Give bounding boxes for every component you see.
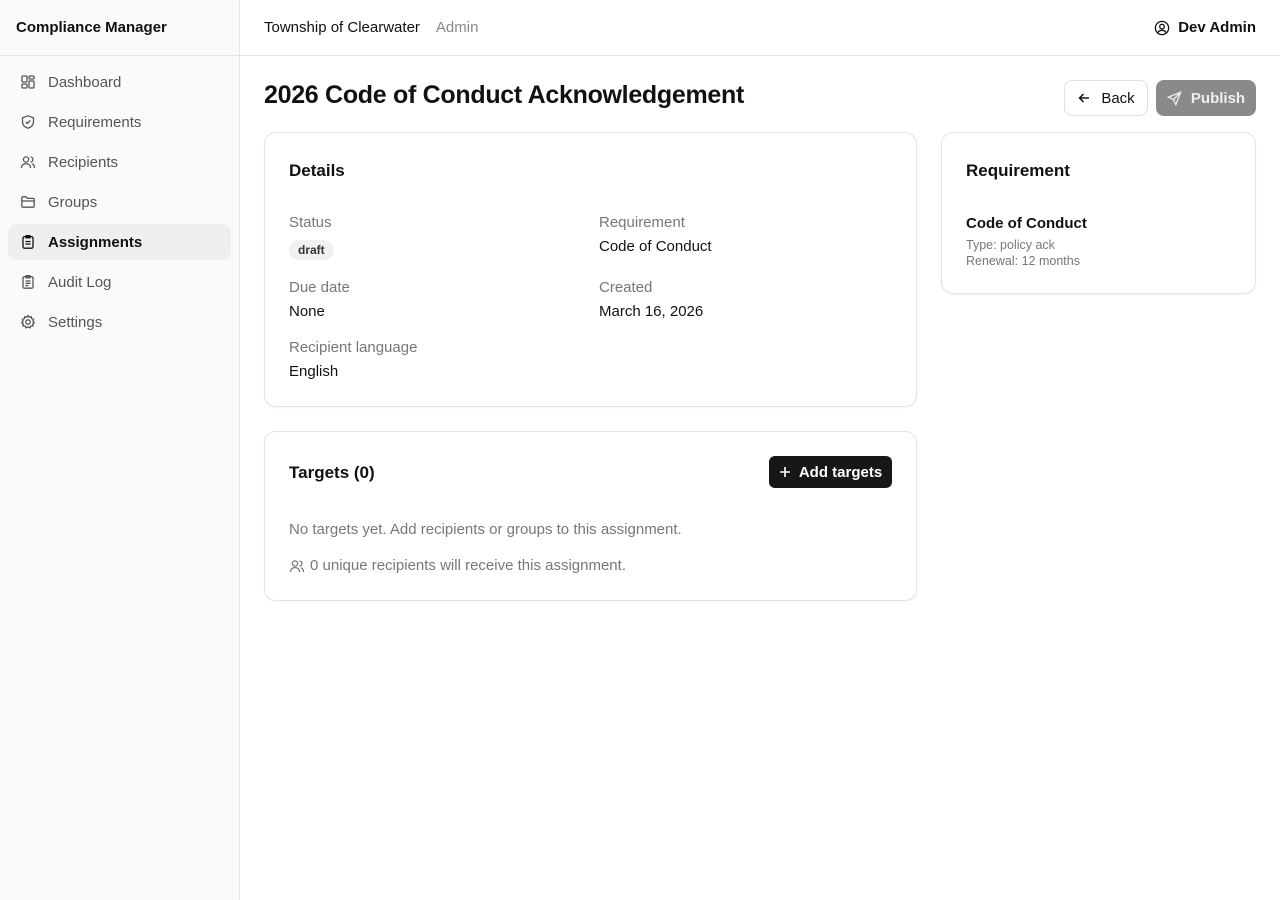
- send-icon: [1166, 90, 1182, 106]
- clipboard-list-icon: [20, 274, 36, 290]
- gear-icon: [20, 314, 36, 330]
- clipboard-icon: [20, 234, 36, 250]
- created-field: Created March 16, 2026: [599, 279, 703, 320]
- sidebar-item-label: Settings: [48, 313, 103, 331]
- role-label: Admin: [435, 19, 479, 36]
- org-name: Township of Clearwater: [264, 19, 420, 36]
- sidebar: Compliance Manager Dashboard Requirement…: [0, 0, 240, 900]
- user-name: Dev Admin: [1178, 19, 1256, 36]
- dashboard-icon: [20, 74, 36, 90]
- sidebar-item-label: Dashboard: [48, 73, 122, 91]
- user-circle-icon: [1154, 20, 1170, 35]
- requirement-name: Code of Conduct: [966, 215, 1087, 232]
- requirement-field: Requirement Code of Conduct: [599, 214, 712, 255]
- sidebar-item-assignments[interactable]: Assignments: [8, 224, 231, 260]
- user-menu[interactable]: Dev Admin: [1154, 19, 1256, 36]
- shield-icon: [20, 114, 36, 130]
- due-date-label: Due date: [289, 279, 350, 296]
- publish-label: Publish: [1190, 89, 1246, 107]
- folder-icon: [20, 194, 36, 210]
- sidebar-item-label: Assignments: [48, 233, 143, 251]
- arrow-left-icon: [1078, 93, 1090, 103]
- due-date-value: None: [289, 303, 325, 320]
- details-card: Details Status draft Requirement Code of…: [264, 132, 917, 407]
- sidebar-item-label: Groups: [48, 193, 98, 211]
- sidebar-item-dashboard[interactable]: Dashboard: [8, 64, 231, 100]
- targets-card: Targets (0) Add targets No targets yet. …: [264, 431, 917, 601]
- sidebar-item-requirements[interactable]: Requirements: [8, 104, 231, 140]
- due-date-field: Due date None: [289, 279, 350, 320]
- sidebar-item-settings[interactable]: Settings: [8, 304, 231, 340]
- sidebar-nav: Dashboard Requirements Recipients Groups…: [0, 56, 239, 352]
- sidebar-item-label: Audit Log: [48, 273, 112, 291]
- language-field: Recipient language English: [289, 339, 417, 380]
- targets-empty-text: No targets yet. Add recipients or groups…: [289, 521, 682, 538]
- recipients-count: 0 unique recipients will receive this as…: [289, 557, 626, 574]
- requirement-value: Code of Conduct: [599, 238, 712, 255]
- back-button[interactable]: Back: [1064, 80, 1148, 116]
- publish-button[interactable]: Publish: [1156, 80, 1256, 116]
- sidebar-item-label: Recipients: [48, 153, 119, 171]
- created-value: March 16, 2026: [599, 303, 704, 320]
- requirement-card: Requirement Code of Conduct Type: policy…: [941, 132, 1256, 294]
- users-icon: [289, 559, 305, 572]
- plus-icon: [779, 467, 790, 477]
- page-title: 2026 Code of Conduct Acknowledgement: [264, 81, 745, 109]
- sidebar-item-label: Requirements: [48, 113, 142, 131]
- back-label: Back: [1101, 89, 1135, 107]
- app-title: Compliance Manager: [0, 0, 239, 56]
- requirement-renewal: Renewal: 12 months: [966, 254, 1080, 268]
- language-label: Recipient language: [289, 339, 418, 356]
- sidebar-item-recipients[interactable]: Recipients: [8, 144, 231, 180]
- status-badge: draft: [289, 240, 334, 260]
- add-targets-button[interactable]: Add targets: [769, 456, 892, 488]
- status-field: Status draft: [289, 214, 334, 260]
- language-value: English: [289, 363, 339, 380]
- requirement-label: Requirement: [599, 214, 685, 231]
- created-label: Created: [599, 279, 653, 296]
- add-targets-label: Add targets: [798, 463, 883, 481]
- targets-title: Targets (0): [289, 463, 375, 482]
- sidebar-item-audit-log[interactable]: Audit Log: [8, 264, 231, 300]
- status-label: Status: [289, 214, 332, 231]
- sidebar-item-groups[interactable]: Groups: [8, 184, 231, 220]
- header: Township of Clearwater Admin Dev Admin: [240, 0, 1280, 56]
- requirement-card-title: Requirement: [966, 161, 1070, 180]
- users-icon: [20, 154, 36, 170]
- requirement-type: Type: policy ack: [966, 238, 1055, 252]
- recipients-count-text: 0 unique recipients will receive this as…: [310, 557, 626, 574]
- details-title: Details: [289, 161, 345, 180]
